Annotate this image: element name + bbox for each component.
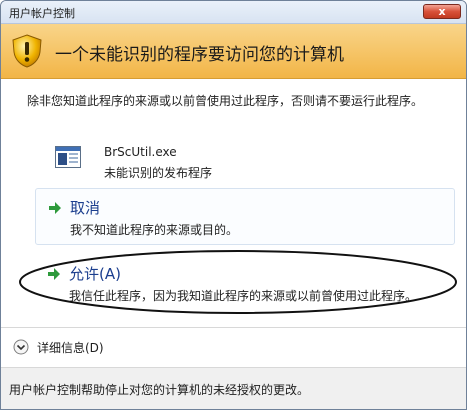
arrow-right-icon bbox=[49, 202, 61, 214]
banner-title: 一个未能识别的程序要访问您的计算机 bbox=[55, 45, 344, 65]
footer: 用户帐户控制帮助停止对您的计算机的未经授权的更改。 bbox=[1, 367, 466, 409]
program-publisher: 未能识别的发布程序 bbox=[104, 166, 213, 180]
cancel-description: 我不知道此程序的来源或目的。 bbox=[70, 223, 239, 237]
close-icon: x bbox=[438, 5, 446, 18]
arrow-right-icon bbox=[48, 268, 60, 280]
title-bar[interactable]: 用户帐户控制 x bbox=[1, 1, 466, 24]
program-name: BrScUtil.exe bbox=[104, 145, 177, 159]
cancel-title: 取消 bbox=[70, 199, 101, 217]
details-toggle[interactable]: 详细信息(D) bbox=[1, 328, 466, 366]
footer-text: 用户帐户控制帮助停止对您的计算机的未经授权的更改。 bbox=[9, 383, 310, 397]
warning-banner: 一个未能识别的程序要访问您的计算机 bbox=[1, 24, 466, 79]
window-title: 用户帐户控制 bbox=[9, 7, 75, 20]
application-icon bbox=[55, 146, 81, 168]
shield-warning-icon bbox=[12, 34, 42, 68]
allow-description: 我信任此程序，因为我知道此程序的来源或以前曾使用过此程序。 bbox=[69, 289, 418, 303]
warning-message: 除非您知道此程序的来源或以前曾使用过此程序，否则请不要运行此程序。 bbox=[27, 94, 424, 108]
chevron-down-icon bbox=[13, 339, 29, 355]
uac-dialog: 用户帐户控制 x 一个未能识别的程序要访问您的计算机 除非您知道此程序的来源或以… bbox=[0, 0, 467, 410]
cancel-button[interactable]: 取消 我不知道此程序的来源或目的。 bbox=[35, 188, 455, 245]
allow-button[interactable]: 允许(A) 我信任此程序，因为我知道此程序的来源或以前曾使用过此程序。 bbox=[35, 258, 455, 313]
allow-title: 允许(A) bbox=[69, 265, 121, 283]
close-button[interactable]: x bbox=[423, 4, 461, 19]
details-label: 详细信息(D) bbox=[37, 341, 104, 355]
